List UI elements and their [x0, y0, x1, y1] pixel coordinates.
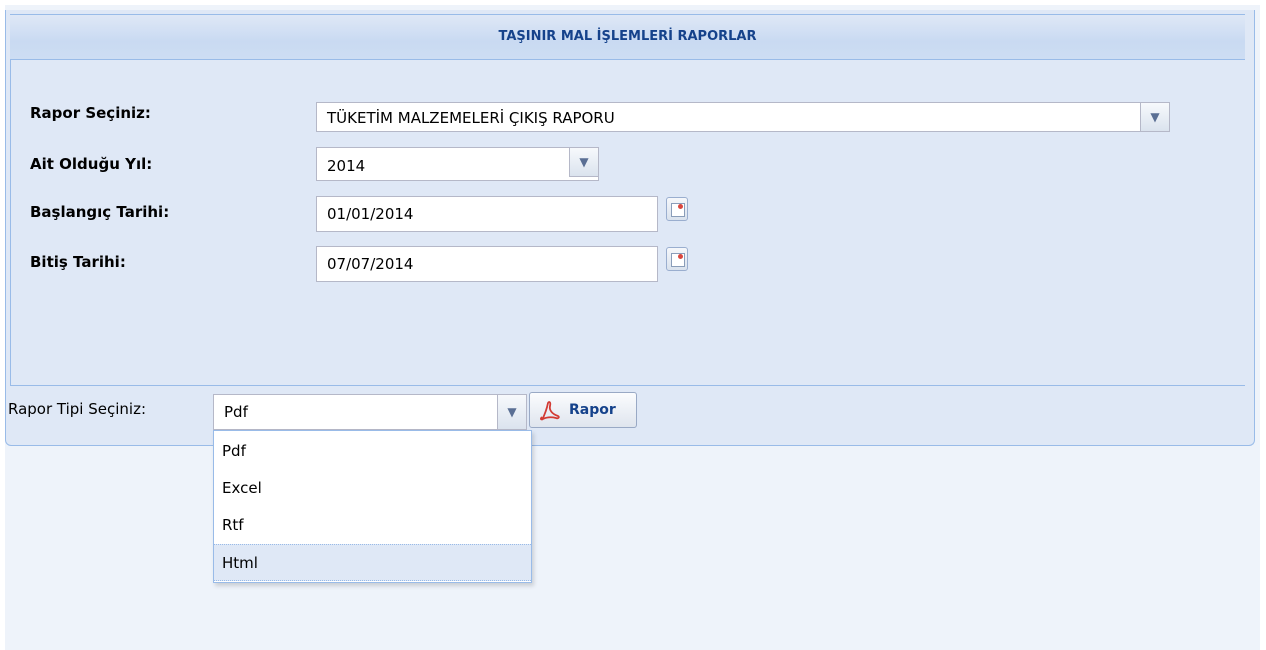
dropdown-option-highlighted[interactable]: Html — [214, 544, 531, 581]
rapor-button-label: Rapor — [569, 402, 616, 418]
rapor-label-colon: : — [144, 104, 151, 122]
bitis-date-value: 07/07/2014 — [327, 255, 414, 273]
rapor-tipi-label: Rapor Tipi Seçiniz: — [8, 400, 147, 418]
calendar-icon[interactable] — [666, 247, 688, 271]
rapor-tipi-dropdown: Pdf Excel Rtf Html — [213, 430, 532, 583]
bitis-label-text: Bitiş Tarihi — [30, 253, 120, 271]
dropdown-option[interactable]: Pdf — [214, 433, 531, 470]
chevron-down-icon[interactable]: ▼ — [1140, 102, 1170, 132]
rapor-tipi-value: Pdf — [224, 403, 248, 421]
rapor-button[interactable]: Rapor — [529, 392, 637, 428]
baslangic-label-text: Başlangıç Tarihi — [30, 203, 164, 221]
yil-label-colon: : — [146, 155, 153, 173]
baslangic-label: Başlangıç Tarihi: — [30, 203, 169, 221]
dropdown-option[interactable]: Excel — [214, 470, 531, 507]
dropdown-option[interactable]: Rtf — [214, 507, 531, 544]
rapor-tipi-select[interactable]: Pdf ▼ — [213, 394, 527, 430]
chevron-down-icon[interactable]: ▼ — [497, 394, 527, 430]
baslangic-label-colon: : — [163, 203, 170, 221]
yil-select-value: 2014 — [327, 157, 366, 175]
panel-title: TAŞINIR MAL İŞLEMLERİ RAPORLAR — [10, 14, 1245, 60]
baslangic-date-value: 01/01/2014 — [327, 205, 414, 223]
rapor-select-value: TÜKETİM MALZEMELERİ ÇIKIŞ RAPORU — [327, 109, 615, 127]
yil-label-text: Ait Olduğu Yıl — [30, 155, 147, 173]
bitis-date-input[interactable]: 07/07/2014 — [316, 246, 658, 282]
pdf-icon — [537, 399, 561, 423]
rapor-label-text: Rapor Seçiniz — [30, 104, 145, 122]
calendar-icon[interactable] — [666, 197, 688, 221]
baslangic-date-input[interactable]: 01/01/2014 — [316, 196, 658, 232]
rapor-select[interactable]: TÜKETİM MALZEMELERİ ÇIKIŞ RAPORU ▼ — [316, 102, 1170, 132]
bitis-label-colon: : — [119, 253, 126, 271]
yil-label: Ait Olduğu Yıl: — [30, 155, 152, 173]
yil-select[interactable]: 2014 ▼ — [316, 147, 599, 181]
chevron-down-icon[interactable]: ▼ — [569, 147, 599, 177]
bitis-label: Bitiş Tarihi: — [30, 253, 126, 271]
rapor-label: Rapor Seçiniz: — [30, 104, 151, 122]
